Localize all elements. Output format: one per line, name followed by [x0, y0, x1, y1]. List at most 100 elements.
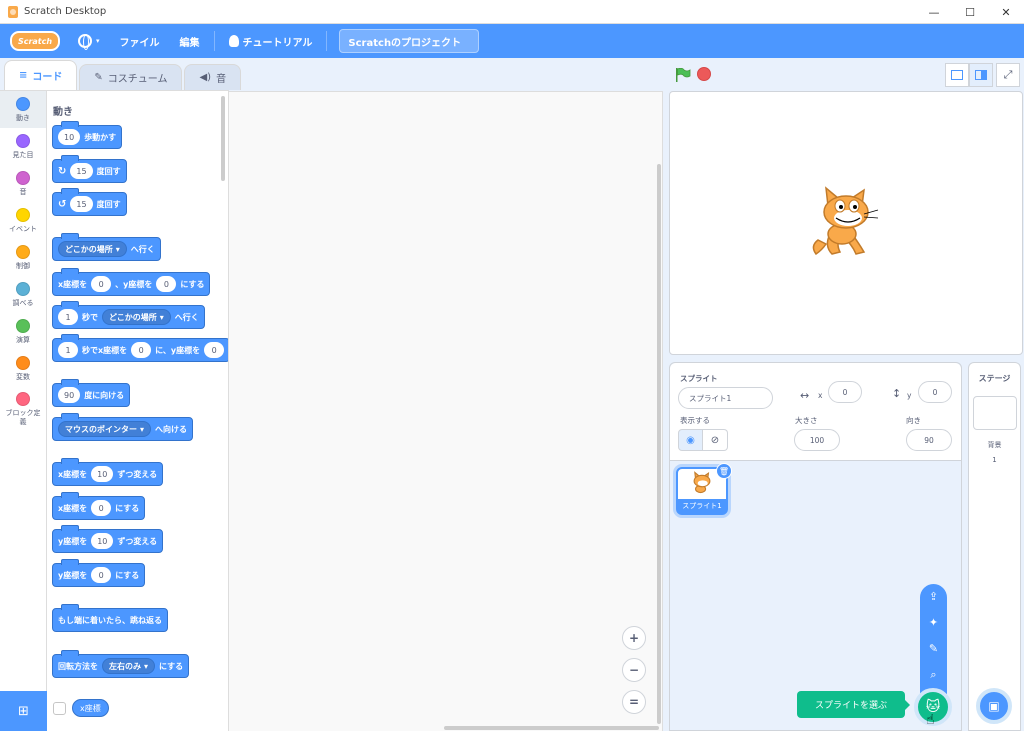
- category-myblocks[interactable]: ブロック定義: [0, 387, 46, 431]
- block-text: もし端に着いたら、跳ね返る: [58, 615, 162, 625]
- dropdown-value: どこかの場所: [109, 312, 157, 322]
- block-dropdown[interactable]: マウスのポインター ▾: [58, 421, 152, 437]
- stage-canvas[interactable]: [669, 91, 1023, 355]
- sprite-label: スプライト: [680, 374, 718, 383]
- upload-icon[interactable]: ⇪: [920, 590, 947, 603]
- block-glide[interactable]: 1 秒で どこかの場所 ▾ へ行く: [52, 301, 205, 329]
- backdrop-thumbnail[interactable]: [973, 396, 1017, 430]
- block-goto-xy[interactable]: x座標を 0 、y座標を 0 にする: [52, 268, 211, 296]
- block-text: 、y座標を: [115, 279, 153, 289]
- tab-code[interactable]: ≡ コード: [4, 60, 78, 90]
- category-control[interactable]: 制御: [0, 239, 46, 276]
- category-sound[interactable]: 音: [0, 165, 46, 202]
- fullscreen-button[interactable]: ⤢: [996, 63, 1020, 87]
- block-point-direction[interactable]: 90 度に向ける: [52, 379, 131, 407]
- sprite-thumbnail[interactable]: スプライト1 🗑: [676, 463, 732, 515]
- block-input[interactable]: 0: [91, 276, 112, 292]
- surprise-icon[interactable]: ✦: [920, 616, 947, 629]
- block-input[interactable]: 10: [58, 129, 81, 145]
- script-area[interactable]: + − =: [229, 91, 663, 731]
- block-input[interactable]: 1: [58, 309, 78, 325]
- scratch-logo[interactable]: Scratch: [10, 31, 60, 51]
- block-text: x座標を: [58, 279, 88, 289]
- paint-icon[interactable]: ✎: [920, 642, 947, 655]
- zoom-out-button[interactable]: −: [622, 658, 646, 682]
- block-palette: 動き 10 歩動かす ↻ 15 度回す ↺ 15 度回す どこかの場所 ▾ へ行く…: [47, 90, 229, 731]
- block-text: ずつ変える: [117, 536, 158, 546]
- block-glide-xy[interactable]: 1 秒でx座標を 0 に、y座標を 0: [52, 334, 228, 362]
- speaker-icon: ◀): [199, 72, 212, 83]
- block-point-towards[interactable]: マウスのポインター ▾ へ向ける: [52, 413, 194, 441]
- add-extension-button[interactable]: ⊞: [0, 691, 47, 731]
- block-turn-left[interactable]: ↺ 15 度回す: [52, 188, 127, 216]
- close-button[interactable]: ✕: [988, 0, 1024, 24]
- minimize-button[interactable]: —: [916, 0, 952, 24]
- category-motion[interactable]: 動き: [0, 91, 46, 128]
- block-input[interactable]: 0: [131, 342, 152, 358]
- block-set-x[interactable]: x座標を 0 にする: [52, 492, 146, 520]
- show-sprite-button[interactable]: ◉: [678, 429, 703, 451]
- stage-selector[interactable]: ステージ 背景 1: [968, 362, 1021, 731]
- block-turn-right[interactable]: ↻ 15 度回す: [52, 155, 127, 183]
- hide-sprite-button[interactable]: ⊘: [703, 429, 728, 451]
- block-goto[interactable]: どこかの場所 ▾ へ行く: [52, 233, 161, 261]
- sprite-name-input[interactable]: スプライト1: [678, 387, 773, 409]
- block-input[interactable]: 90: [58, 387, 81, 403]
- language-menu[interactable]: ▾: [68, 24, 110, 58]
- small-stage-button[interactable]: [945, 63, 969, 87]
- choose-backdrop-button[interactable]: ▣: [976, 688, 1012, 724]
- delete-sprite-button[interactable]: 🗑: [716, 463, 732, 479]
- category-events[interactable]: イベント: [0, 202, 46, 239]
- x-position-checkbox[interactable]: [53, 702, 66, 715]
- search-icon[interactable]: ⌕: [920, 668, 947, 682]
- block-bounce[interactable]: もし端に着いたら、跳ね返る: [52, 604, 168, 632]
- green-flag-icon[interactable]: [675, 68, 691, 82]
- y-position-input[interactable]: 0: [918, 381, 952, 403]
- category-sensing[interactable]: 調べる: [0, 276, 46, 313]
- block-change-y[interactable]: y座標を 10 ずつ変える: [52, 525, 164, 553]
- block-input[interactable]: 0: [91, 500, 112, 516]
- script-horizontal-scrollbar[interactable]: [444, 726, 659, 730]
- block-input[interactable]: 0: [204, 342, 225, 358]
- block-change-x[interactable]: x座標を 10 ずつ変える: [52, 458, 164, 486]
- script-vertical-scrollbar[interactable]: [657, 164, 661, 724]
- size-input[interactable]: 100: [794, 429, 840, 451]
- block-dropdown[interactable]: どこかの場所 ▾: [58, 241, 127, 257]
- block-dropdown[interactable]: どこかの場所 ▾: [102, 309, 171, 325]
- block-x-position[interactable]: x座標: [72, 699, 109, 717]
- block-input[interactable]: 15: [70, 196, 93, 212]
- category-looks[interactable]: 見た目: [0, 128, 46, 165]
- block-set-y[interactable]: y座標を 0 にする: [52, 559, 146, 587]
- zoom-in-button[interactable]: +: [622, 626, 646, 650]
- category-control-dot: [16, 244, 30, 259]
- file-menu[interactable]: ファイル: [110, 24, 170, 58]
- zoom-reset-button[interactable]: =: [622, 690, 646, 714]
- block-move-steps[interactable]: 10 歩動かす: [52, 121, 123, 149]
- scratch-cat-sprite[interactable]: [808, 184, 884, 262]
- block-input[interactable]: 0: [156, 276, 177, 292]
- category-label: 制御: [16, 261, 30, 270]
- category-variables[interactable]: 変数: [0, 350, 46, 387]
- category-label: 動き: [16, 113, 30, 122]
- block-input[interactable]: 15: [70, 163, 93, 179]
- x-position-input[interactable]: 0: [828, 381, 862, 403]
- palette-scrollbar[interactable]: [221, 96, 225, 181]
- tab-costumes[interactable]: ✎ コスチューム: [79, 64, 183, 90]
- block-input[interactable]: 1: [58, 342, 78, 358]
- tab-sounds[interactable]: ◀) 音: [184, 64, 242, 90]
- large-stage-button[interactable]: [969, 63, 993, 87]
- maximize-button[interactable]: ☐: [952, 0, 988, 24]
- chevron-down-icon: ▾: [159, 312, 164, 322]
- category-operators[interactable]: 演算: [0, 313, 46, 350]
- direction-input[interactable]: 90: [906, 429, 952, 451]
- edit-menu[interactable]: 編集: [170, 24, 210, 58]
- block-input[interactable]: 0: [91, 567, 112, 583]
- block-input[interactable]: 10: [91, 533, 114, 549]
- block-rotation-style[interactable]: 回転方法を 左右のみ ▾ にする: [52, 650, 190, 678]
- stop-icon[interactable]: [697, 67, 711, 81]
- chevron-down-icon: ▾: [144, 661, 149, 671]
- project-title-input[interactable]: Scratchのプロジェクト: [339, 29, 480, 53]
- block-dropdown[interactable]: 左右のみ ▾: [102, 658, 156, 674]
- tutorials-menu[interactable]: チュートリアル: [219, 24, 323, 58]
- block-input[interactable]: 10: [91, 466, 114, 482]
